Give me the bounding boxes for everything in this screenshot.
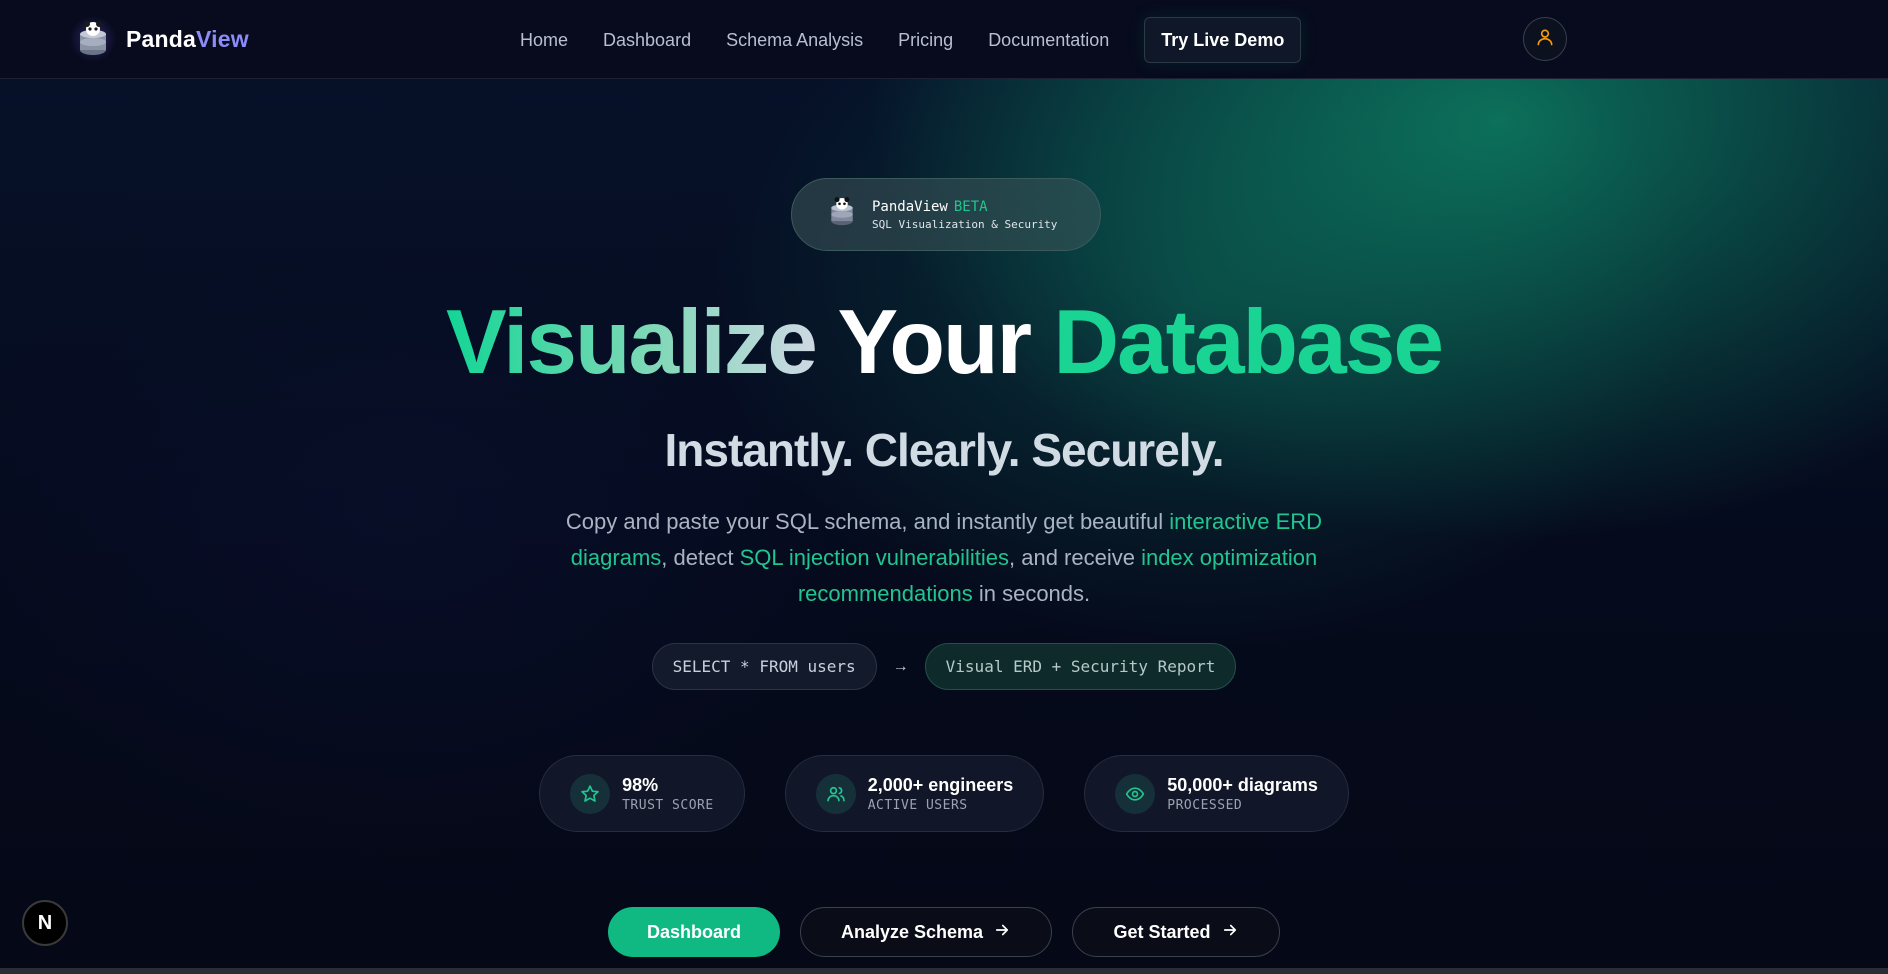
headline-word-visualize: Visualize bbox=[446, 292, 818, 393]
user-icon bbox=[1535, 27, 1555, 52]
nav-link-schema-analysis[interactable]: Schema Analysis bbox=[726, 30, 863, 51]
cta-row: Dashboard Analyze Schema Get Started bbox=[0, 907, 1888, 957]
headline-word-database: Database bbox=[1053, 292, 1444, 393]
analyze-schema-label: Analyze Schema bbox=[840, 921, 984, 942]
stat-label: PROCESSED bbox=[1167, 797, 1243, 813]
get-started-label: Get Started bbox=[1113, 921, 1211, 942]
brand-name-second: View bbox=[196, 25, 249, 52]
nav-link-dashboard[interactable]: Dashboard bbox=[603, 30, 691, 51]
panda-database-icon bbox=[828, 196, 856, 233]
stat-card-diagrams: 50,000+ diagrams PROCESSED bbox=[1084, 755, 1349, 832]
hero-description: Copy and paste your SQL schema, and inst… bbox=[534, 504, 1354, 612]
try-live-demo-button[interactable]: Try Live Demo bbox=[1144, 17, 1302, 63]
stat-label: TRUST SCORE bbox=[622, 797, 714, 813]
desc-part-1: Copy and paste your SQL schema, and inst… bbox=[565, 509, 1170, 534]
stat-card-users: 2,000+ engineers ACTIVE USERS bbox=[784, 755, 1045, 832]
beta-badge-text: PandaView BETA SQL Visualization & Securi… bbox=[872, 199, 1057, 231]
primary-nav: Home Dashboard Schema Analysis Pricing D… bbox=[520, 17, 1302, 63]
hero-headline: Visualize Your Database bbox=[0, 292, 1888, 393]
desc-part-3: , and receive bbox=[1009, 545, 1142, 570]
stat-label: ACTIVE USERS bbox=[867, 797, 968, 813]
code-output-chip: Visual ERD + Security Report bbox=[924, 643, 1237, 690]
beta-badge-subtitle: SQL Visualization & Security bbox=[872, 217, 1058, 231]
hero-subheadline: Instantly. Clearly. Securely. bbox=[664, 424, 1224, 476]
eye-icon bbox=[1115, 773, 1156, 814]
beta-tag: BETA bbox=[953, 198, 988, 215]
stats-row: 98% TRUST SCORE 2,000+ engineers ACTIVE … bbox=[0, 755, 1888, 832]
desc-part-2: , detect bbox=[661, 545, 740, 570]
user-account-button[interactable] bbox=[1523, 17, 1567, 61]
users-icon bbox=[815, 773, 856, 814]
dashboard-button-label: Dashboard bbox=[646, 921, 742, 942]
desc-highlight-sql-injection: SQL injection vulnerabilities bbox=[739, 545, 1009, 570]
stat-value: 2,000+ engineers bbox=[867, 774, 1014, 795]
desc-part-4: in seconds. bbox=[972, 581, 1091, 606]
beta-badge: PandaView BETA SQL Visualization & Securi… bbox=[791, 178, 1101, 251]
arrow-right-icon: → bbox=[892, 657, 909, 675]
code-example-row: SELECT * FROM users → Visual ERD + Secur… bbox=[0, 643, 1888, 690]
star-icon bbox=[570, 773, 611, 814]
beta-badge-title: PandaView BETA bbox=[872, 199, 1057, 215]
arrow-right-icon bbox=[993, 921, 1011, 944]
code-input-chip: SELECT * FROM users bbox=[651, 643, 877, 690]
nav-link-home[interactable]: Home bbox=[520, 30, 568, 51]
stat-value: 98% bbox=[622, 774, 659, 795]
arrow-right-icon bbox=[1221, 921, 1239, 944]
headline-word-your: Your bbox=[837, 292, 1032, 393]
nav-link-pricing[interactable]: Pricing bbox=[898, 30, 953, 51]
brand-name-first: Panda bbox=[126, 25, 197, 52]
nav-link-documentation[interactable]: Documentation bbox=[988, 30, 1109, 51]
panda-database-logo-icon bbox=[70, 16, 116, 62]
stat-card-trust: 98% TRUST SCORE bbox=[539, 755, 745, 832]
beta-badge-product: PandaView bbox=[872, 198, 948, 215]
dev-tools-badge[interactable]: N bbox=[22, 900, 68, 946]
top-navbar: PandaView Home Dashboard Schema Analysis… bbox=[0, 0, 1888, 79]
stat-value: 50,000+ diagrams bbox=[1167, 774, 1318, 795]
brand-name: PandaView bbox=[126, 26, 249, 53]
dashboard-button[interactable]: Dashboard bbox=[608, 907, 780, 957]
brand-logo-link[interactable]: PandaView bbox=[70, 14, 249, 64]
hero-section: PandaView BETA SQL Visualization & Securi… bbox=[0, 79, 1888, 974]
analyze-schema-button[interactable]: Analyze Schema bbox=[800, 907, 1052, 957]
get-started-button[interactable]: Get Started bbox=[1072, 907, 1280, 957]
